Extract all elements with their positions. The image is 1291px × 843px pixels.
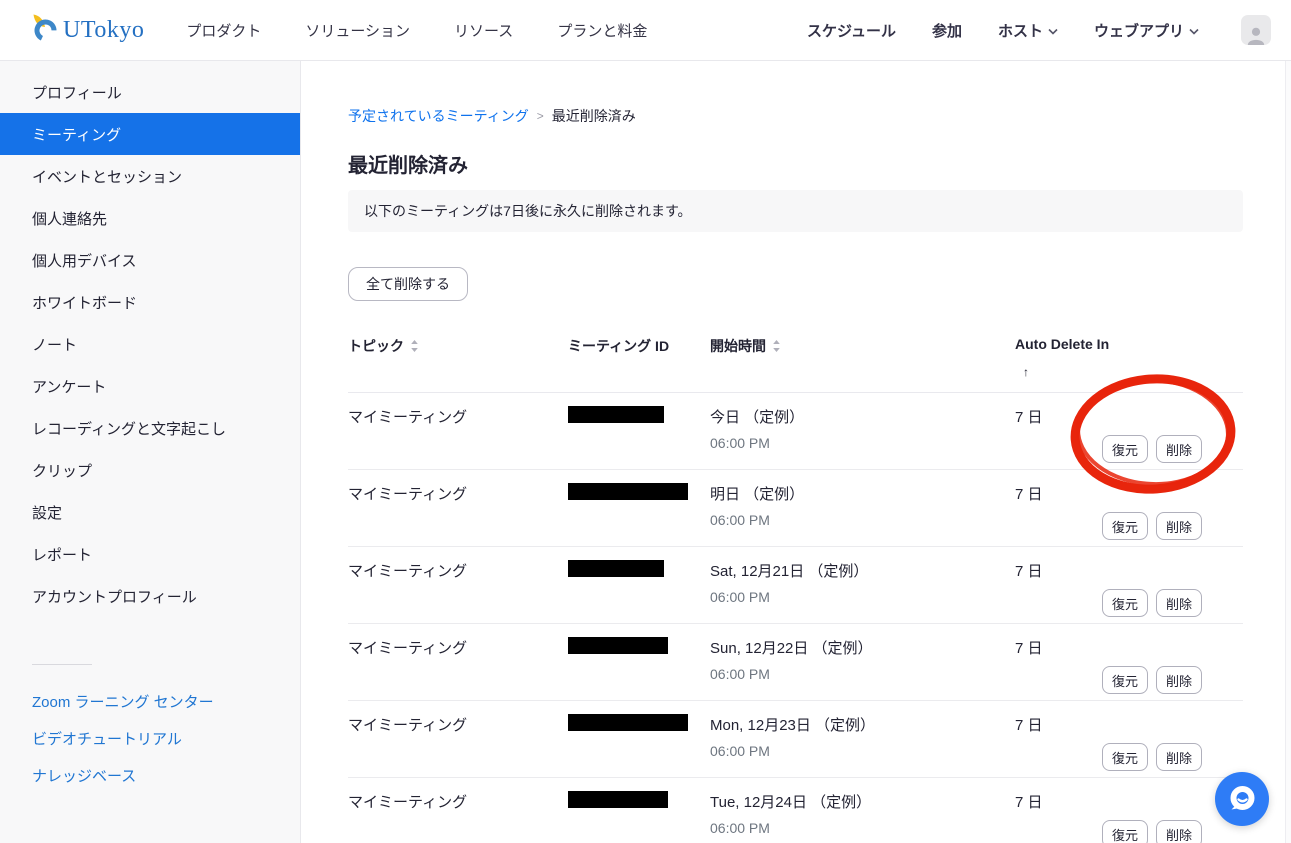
auto-delete-notice: 以下のミーティングは7日後に永久に削除されます。 (348, 190, 1243, 232)
sort-icon (410, 339, 419, 356)
sidebar-item-surveys[interactable]: アンケート (0, 365, 300, 407)
delete-button[interactable]: 削除 (1156, 666, 1202, 694)
sidebar-item-clips[interactable]: クリップ (0, 449, 300, 491)
table-header-row: トピック ミーティング ID 開始時間 (348, 334, 1243, 393)
meeting-start-time: 06:00 PM (710, 743, 1015, 759)
breadcrumb-upcoming-meetings[interactable]: 予定されているミーティング (348, 106, 529, 126)
column-header-auto-delete-in[interactable]: Auto Delete In ↑ (1015, 334, 1243, 392)
user-avatar[interactable] (1241, 15, 1271, 45)
meeting-start-date: 明日 （定例） (710, 470, 1015, 504)
chat-support-button[interactable] (1215, 772, 1269, 826)
chevron-down-icon (1048, 22, 1058, 39)
nav-resources[interactable]: リソース (454, 20, 513, 41)
primary-nav: プロダクト ソリューション リソース プランと料金 (186, 20, 647, 41)
delete-button[interactable]: 削除 (1156, 435, 1202, 463)
sort-ascending-icon: ↑ (1015, 365, 1029, 379)
table-row: マイミーティング Tue, 12月24日 （定例） 06:00 PM 7 日 復… (348, 778, 1243, 843)
nav-products[interactable]: プロダクト (186, 20, 261, 41)
column-header-start-time[interactable]: 開始時間 (710, 334, 1015, 392)
meeting-start-time: 06:00 PM (710, 589, 1015, 605)
sort-icon (772, 339, 781, 356)
meeting-topic: マイミーティング (348, 778, 568, 843)
sidebar-item-account-profile[interactable]: アカウントプロフィール (0, 575, 300, 617)
sidebar-item-reports[interactable]: レポート (0, 533, 300, 575)
meeting-topic: マイミーティング (348, 624, 568, 700)
meeting-start-time: 06:00 PM (710, 666, 1015, 682)
zoom-web-portal: UTokyo プロダクト ソリューション リソース プランと料金 スケジュール … (0, 0, 1291, 843)
delete-button[interactable]: 削除 (1156, 589, 1202, 617)
meeting-start-time: 06:00 PM (710, 512, 1015, 528)
meeting-topic: マイミーティング (348, 547, 568, 623)
sidebar-item-events-sessions[interactable]: イベントとセッション (0, 155, 300, 197)
sidebar-item-settings[interactable]: 設定 (0, 491, 300, 533)
column-header-topic[interactable]: トピック (348, 334, 568, 392)
restore-button[interactable]: 復元 (1102, 512, 1148, 540)
breadcrumb-separator-icon: > (537, 109, 544, 123)
nav-webapp-menu[interactable]: ウェブアプリ (1094, 20, 1199, 41)
sidebar-divider (32, 664, 92, 665)
table-row: マイミーティング Mon, 12月23日 （定例） 06:00 PM 7 日 復… (348, 701, 1243, 778)
sidebar-link-learning-center[interactable]: Zoom ラーニング センター (0, 683, 300, 720)
restore-button[interactable]: 復元 (1102, 666, 1148, 694)
meeting-topic: マイミーティング (348, 470, 568, 546)
meeting-id-redacted (568, 406, 664, 423)
sidebar-item-whiteboards[interactable]: ホワイトボード (0, 281, 300, 323)
meeting-id-redacted (568, 791, 668, 808)
session-nav: スケジュール 参加 ホスト ウェブアプリ (807, 15, 1271, 45)
meeting-start-date: Sun, 12月22日 （定例） (710, 624, 1015, 658)
ginkgo-leaf-icon (32, 13, 59, 48)
breadcrumb: 予定されているミーティング > 最近削除済み (348, 106, 1291, 126)
restore-button[interactable]: 復元 (1102, 820, 1148, 843)
nav-solutions[interactable]: ソリューション (305, 20, 410, 41)
meeting-topic: マイミーティング (348, 701, 568, 777)
nav-join[interactable]: 参加 (932, 20, 962, 41)
page-title: 最近削除済み (348, 149, 1291, 178)
meeting-id-redacted (568, 637, 668, 654)
table-row: マイミーティング Sat, 12月21日 （定例） 06:00 PM 7 日 復… (348, 547, 1243, 624)
nav-host-menu[interactable]: ホスト (998, 20, 1058, 41)
meeting-start-date: Sat, 12月21日 （定例） (710, 547, 1015, 581)
sidebar-item-meetings[interactable]: ミーティング (0, 113, 300, 155)
meeting-start-date: Tue, 12月24日 （定例） (710, 778, 1015, 812)
sidebar-item-notes[interactable]: ノート (0, 323, 300, 365)
sidebar-item-recordings[interactable]: レコーディングと文字起こし (0, 407, 300, 449)
delete-button[interactable]: 削除 (1156, 743, 1202, 771)
meeting-start-date: 今日 （定例） (710, 393, 1015, 427)
person-icon (1245, 25, 1267, 45)
chevron-down-icon (1189, 22, 1199, 39)
logo-text: UTokyo (63, 17, 144, 44)
restore-button[interactable]: 復元 (1102, 589, 1148, 617)
sidebar-item-profile[interactable]: プロフィール (0, 71, 300, 113)
nav-plans[interactable]: プランと料金 (557, 20, 647, 41)
utokyo-logo[interactable]: UTokyo (32, 13, 144, 48)
sidebar-item-personal-contacts[interactable]: 個人連絡先 (0, 197, 300, 239)
table-row: マイミーティング Sun, 12月22日 （定例） 06:00 PM 7 日 復… (348, 624, 1243, 701)
restore-button[interactable]: 復元 (1102, 435, 1148, 463)
delete-all-button[interactable]: 全て削除する (348, 267, 468, 301)
top-navigation-bar: UTokyo プロダクト ソリューション リソース プランと料金 スケジュール … (0, 0, 1291, 61)
main-content: 予定されているミーティング > 最近削除済み 最近削除済み 以下のミーティングは… (301, 61, 1291, 843)
meeting-id-redacted (568, 483, 688, 500)
sidebar-link-knowledge-base[interactable]: ナレッジベース (0, 757, 300, 794)
table-row: マイミーティング 明日 （定例） 06:00 PM 7 日 復元 削除 (348, 470, 1243, 547)
meeting-id-redacted (568, 560, 664, 577)
deleted-meetings-table: トピック ミーティング ID 開始時間 (348, 334, 1243, 843)
meeting-id-redacted (568, 714, 688, 731)
delete-button[interactable]: 削除 (1156, 820, 1202, 843)
column-header-meeting-id: ミーティング ID (568, 334, 710, 392)
meeting-start-time: 06:00 PM (710, 820, 1015, 836)
delete-button[interactable]: 削除 (1156, 512, 1202, 540)
sidebar: プロフィール ミーティング イベントとセッション 個人連絡先 個人用デバイス ホ… (0, 61, 301, 843)
meeting-start-time: 06:00 PM (710, 435, 1015, 451)
sidebar-link-video-tutorials[interactable]: ビデオチュートリアル (0, 720, 300, 757)
chat-bubble-icon (1227, 784, 1257, 814)
sidebar-item-personal-devices[interactable]: 個人用デバイス (0, 239, 300, 281)
breadcrumb-current: 最近削除済み (552, 106, 636, 126)
nav-schedule[interactable]: スケジュール (807, 20, 896, 41)
restore-button[interactable]: 復元 (1102, 743, 1148, 771)
meeting-start-date: Mon, 12月23日 （定例） (710, 701, 1015, 735)
meeting-topic: マイミーティング (348, 393, 568, 469)
table-row: マイミーティング 今日 （定例） 06:00 PM 7 日 復元 削除 (348, 393, 1243, 470)
scrollbar[interactable] (1285, 61, 1291, 843)
